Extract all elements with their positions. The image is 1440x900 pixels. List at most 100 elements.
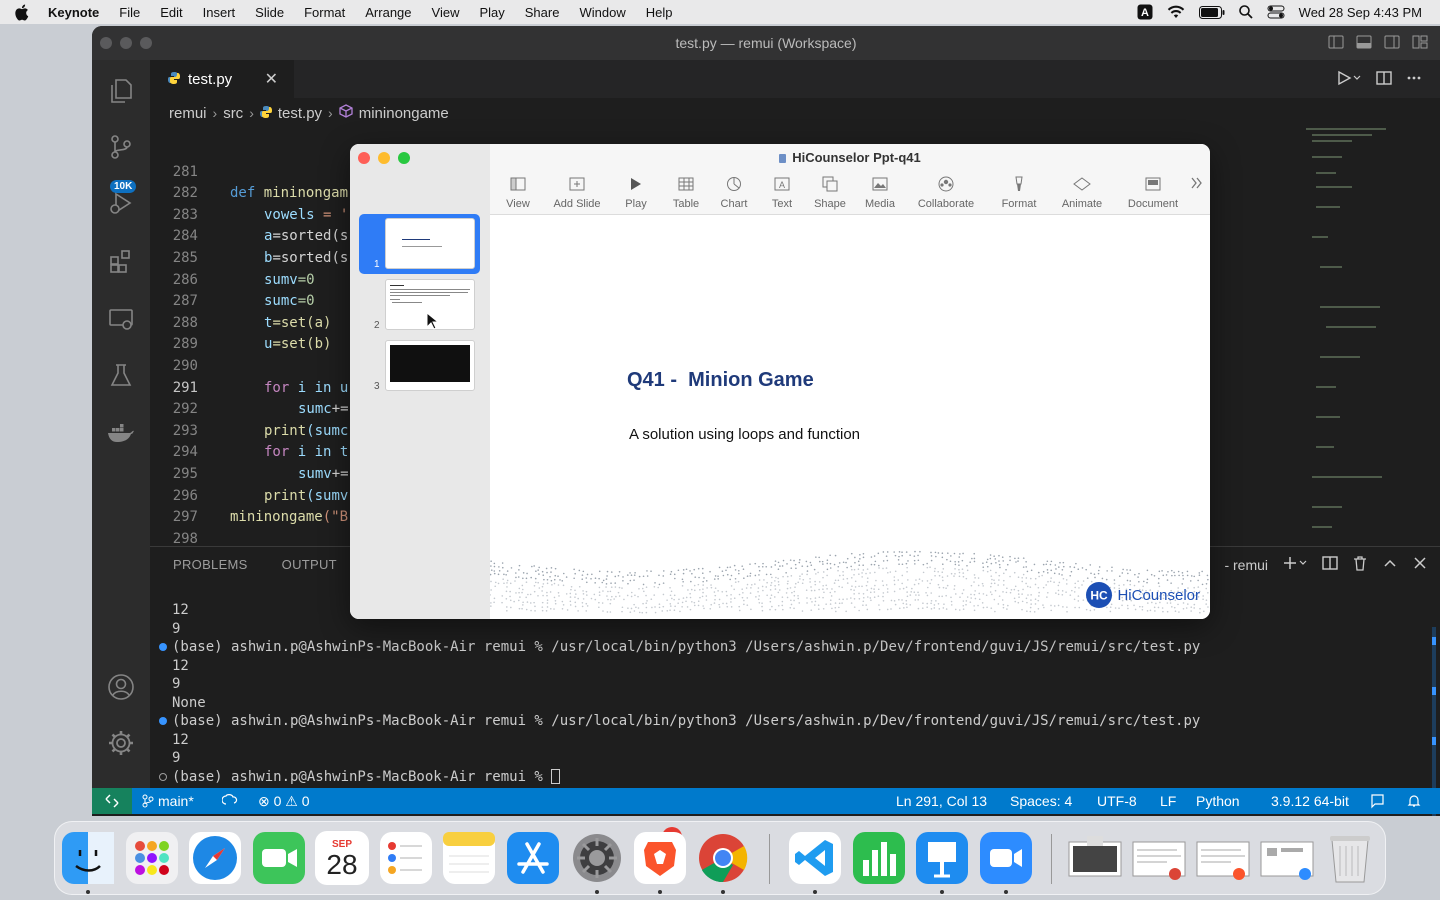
docker-icon[interactable]	[106, 418, 136, 448]
finder-icon[interactable]	[61, 831, 115, 885]
toolbar-document-button[interactable]: Document	[1124, 174, 1182, 210]
keynote-icon[interactable]	[915, 831, 969, 885]
safari-icon[interactable]	[188, 831, 242, 885]
brave-browser-icon[interactable]	[633, 831, 687, 885]
source-control-icon[interactable]	[106, 132, 136, 162]
tab-problems[interactable]: PROBLEMS	[173, 557, 248, 572]
menu-file[interactable]: File	[119, 5, 140, 20]
recent-window-thumbnail[interactable]	[1259, 831, 1315, 885]
split-editor-icon[interactable]	[1376, 70, 1392, 89]
breadcrumb-mininongame[interactable]: mininongame	[359, 105, 449, 122]
minimap[interactable]	[1306, 126, 1426, 546]
toolbar-collaborate-button[interactable]: Collaborate	[914, 174, 978, 210]
remote-indicator-icon[interactable]	[92, 788, 132, 814]
end-of-line[interactable]: LF	[1160, 793, 1176, 809]
run-python-file-icon[interactable]	[1336, 70, 1362, 89]
kill-terminal-trash-icon[interactable]	[1352, 555, 1368, 574]
spotlight-search-icon[interactable]	[1238, 5, 1253, 19]
more-actions-icon[interactable]	[1406, 70, 1422, 89]
toolbar-view-button[interactable]: View	[506, 174, 530, 210]
recent-window-thumbnail[interactable]	[1067, 831, 1123, 885]
trash-icon[interactable]	[1323, 831, 1377, 885]
slide-title[interactable]: Q41 - Minion Game	[627, 369, 814, 392]
python-interpreter[interactable]: 3.9.12 64-bit	[1271, 793, 1349, 809]
menu-help[interactable]: Help	[646, 5, 673, 20]
toolbar-shape-button[interactable]: Shape	[813, 174, 847, 210]
breadcrumb-src[interactable]: src	[223, 105, 243, 122]
toolbar-chart-button[interactable]: Chart	[718, 174, 750, 210]
battery-icon[interactable]	[1198, 5, 1225, 19]
tab-close-icon[interactable]: ✕	[265, 69, 278, 89]
menu-window[interactable]: Window	[579, 5, 625, 20]
breadcrumb-test-py[interactable]: test.py	[278, 105, 322, 122]
numbers-icon[interactable]	[852, 831, 906, 885]
extensions-icon[interactable]	[106, 246, 136, 276]
menubar-clock[interactable]: Wed 28 Sep 4:43 PM	[1299, 5, 1422, 20]
run-debug-icon[interactable]	[106, 188, 136, 218]
menu-view[interactable]: View	[432, 5, 460, 20]
file-encoding[interactable]: UTF-8	[1097, 793, 1137, 809]
language-mode[interactable]: Python	[1196, 793, 1240, 809]
customize-layout-icon[interactable]	[1412, 34, 1428, 53]
menu-format[interactable]: Format	[304, 5, 345, 20]
toggle-primary-sidebar-icon[interactable]	[1328, 34, 1344, 53]
feedback-icon[interactable]	[1370, 793, 1386, 812]
menu-play[interactable]: Play	[479, 5, 504, 20]
problems-count[interactable]: ⊗ 0 ⚠ 0	[258, 793, 310, 810]
explorer-icon[interactable]	[106, 76, 136, 106]
terminal-name[interactable]: - remui	[1224, 557, 1268, 573]
manage-gear-icon[interactable]	[106, 728, 136, 758]
sync-icon[interactable]	[221, 793, 238, 810]
slide-thumbnail-1[interactable]	[385, 218, 475, 269]
launchpad-icon[interactable]	[125, 831, 179, 885]
menu-slide[interactable]: Slide	[255, 5, 284, 20]
slide-canvas[interactable]: Q41 - Minion Game A solution using loops…	[490, 215, 1210, 619]
split-terminal-icon[interactable]	[1322, 555, 1338, 574]
slide-subtitle[interactable]: A solution using loops and function	[629, 426, 860, 443]
facetime-icon[interactable]	[252, 831, 306, 885]
tab-output[interactable]: OUTPUT	[282, 557, 337, 572]
toolbar-play-button[interactable]: Play	[622, 174, 650, 210]
notifications-bell-icon[interactable]	[1406, 793, 1422, 812]
zoom-icon[interactable]	[979, 831, 1033, 885]
toolbar-format-button[interactable]: Format	[998, 174, 1040, 210]
terminal-output[interactable]: 12 9 (base) ashwin.p@AshwinPs-MacBook-Ai…	[150, 601, 1410, 786]
close-window-button[interactable]	[358, 152, 370, 164]
recent-window-thumbnail[interactable]	[1195, 831, 1251, 885]
menu-app-keynote[interactable]: Keynote	[48, 5, 99, 20]
accounts-icon[interactable]	[106, 672, 136, 702]
slide-thumbnail-3[interactable]	[385, 340, 475, 391]
remote-explorer-icon[interactable]	[106, 304, 136, 334]
toolbar-media-button[interactable]: Media	[863, 174, 897, 210]
testing-icon[interactable]	[106, 360, 136, 390]
maximize-panel-chevron-up-icon[interactable]	[1382, 555, 1398, 574]
toolbar-table-button[interactable]: Table	[670, 174, 702, 210]
command-success-dot-icon[interactable]	[159, 717, 167, 725]
menu-share[interactable]: Share	[525, 5, 560, 20]
toolbar-add-slide-button[interactable]: Add Slide	[550, 174, 604, 210]
command-success-dot-icon[interactable]	[159, 643, 167, 651]
input-source-icon[interactable]: A	[1137, 4, 1153, 20]
menu-arrange[interactable]: Arrange	[365, 5, 411, 20]
control-center-icon[interactable]	[1267, 5, 1285, 19]
reminders-icon[interactable]	[379, 831, 433, 885]
toolbar-text-button[interactable]: A Text	[769, 174, 795, 210]
wifi-icon[interactable]	[1167, 5, 1185, 19]
breadcrumb-remui[interactable]: remui	[169, 105, 207, 122]
menu-insert[interactable]: Insert	[203, 5, 236, 20]
zoom-window-button[interactable]	[398, 152, 410, 164]
recent-window-thumbnail[interactable]	[1131, 831, 1187, 885]
minimize-window-button[interactable]	[378, 152, 390, 164]
toggle-panel-icon[interactable]	[1356, 34, 1372, 53]
tab-test-py[interactable]: test.py ✕	[150, 60, 294, 98]
toggle-secondary-sidebar-icon[interactable]	[1384, 34, 1400, 53]
apple-icon[interactable]	[14, 3, 32, 21]
google-chrome-icon[interactable]	[696, 831, 750, 885]
git-branch[interactable]: main*	[142, 793, 194, 809]
toolbar-animate-button[interactable]: Animate	[1057, 174, 1107, 210]
toolbar-overflow-chevron-icon[interactable]	[1190, 176, 1204, 193]
system-settings-icon[interactable]	[570, 831, 624, 885]
new-terminal-plus-icon[interactable]	[1282, 555, 1308, 574]
close-panel-icon[interactable]	[1412, 555, 1428, 574]
menu-edit[interactable]: Edit	[160, 5, 182, 20]
